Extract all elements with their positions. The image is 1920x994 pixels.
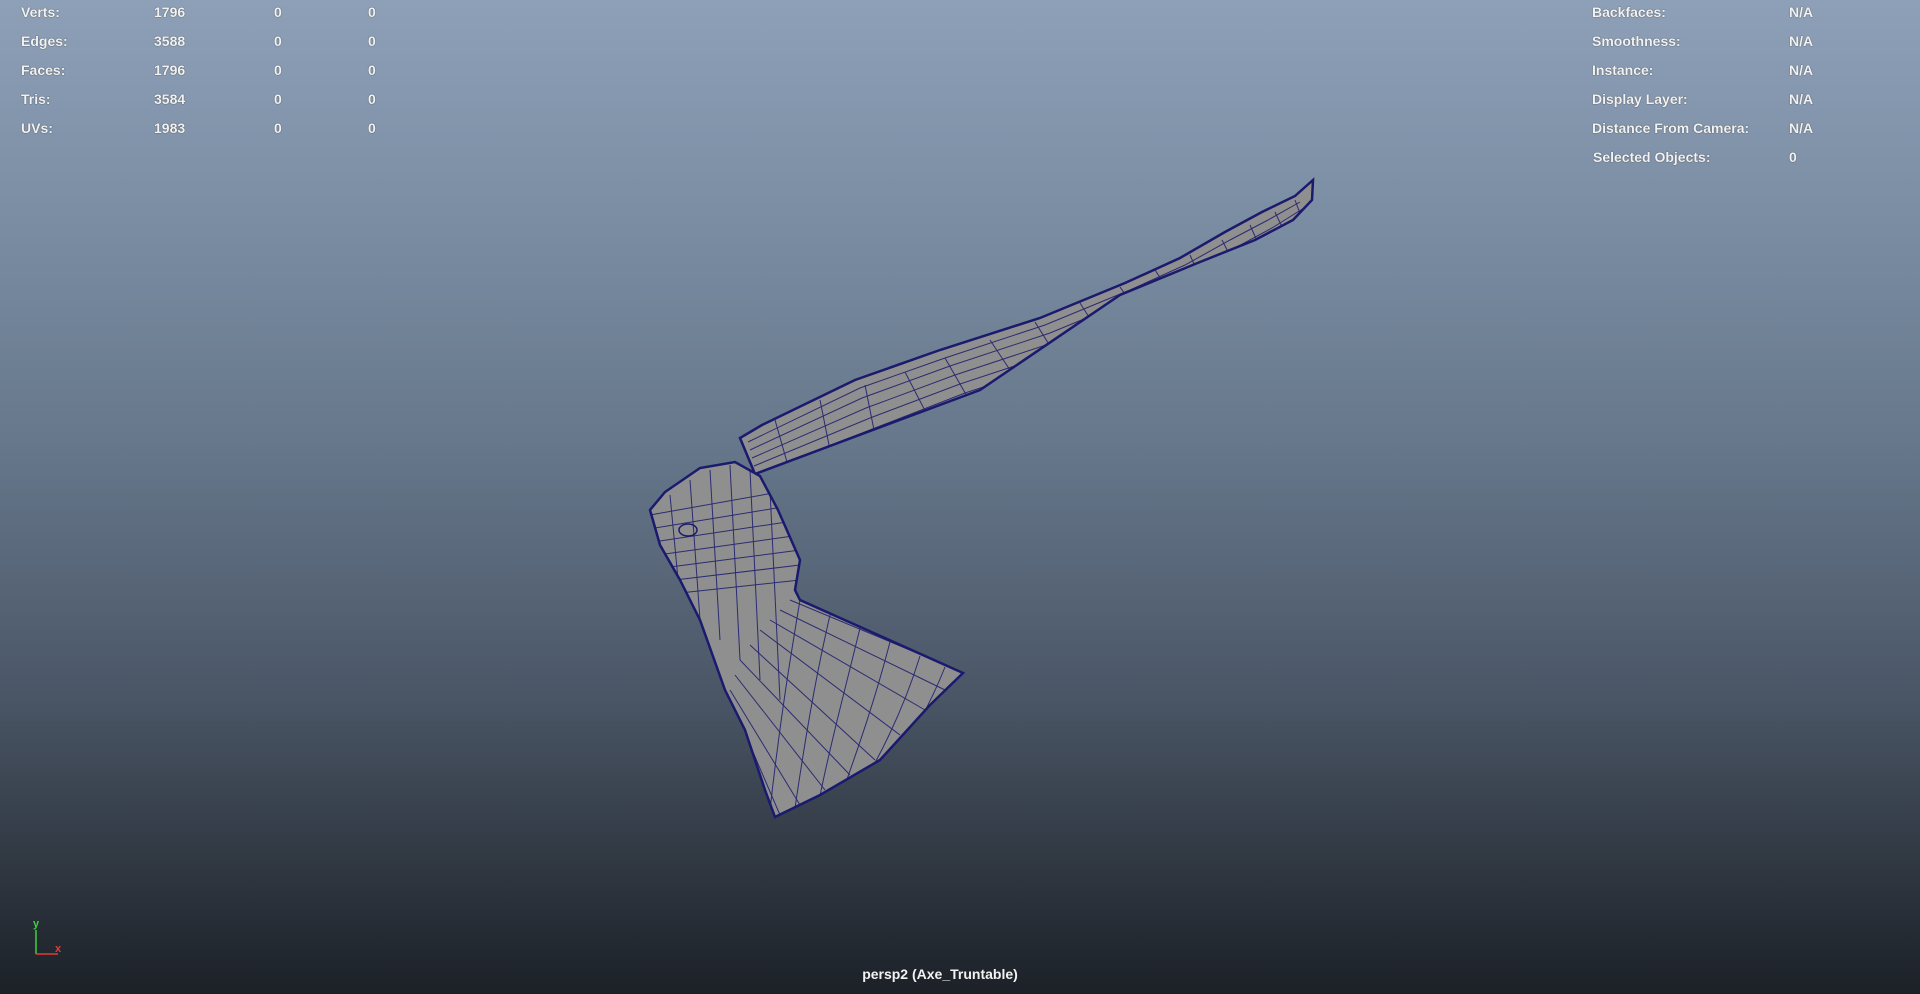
gizmo-x-label: x bbox=[55, 943, 62, 955]
axis-gizmo-icon: y x bbox=[33, 918, 62, 955]
gizmo-y-label: y bbox=[33, 918, 40, 930]
axe-mesh-icon[interactable] bbox=[0, 0, 1920, 994]
3d-viewport[interactable]: Verts: 1796 0 0 Edges: 3588 0 0 Faces: 1… bbox=[0, 0, 1920, 994]
camera-name-label: persp2 (Axe_Truntable) bbox=[862, 966, 1018, 982]
